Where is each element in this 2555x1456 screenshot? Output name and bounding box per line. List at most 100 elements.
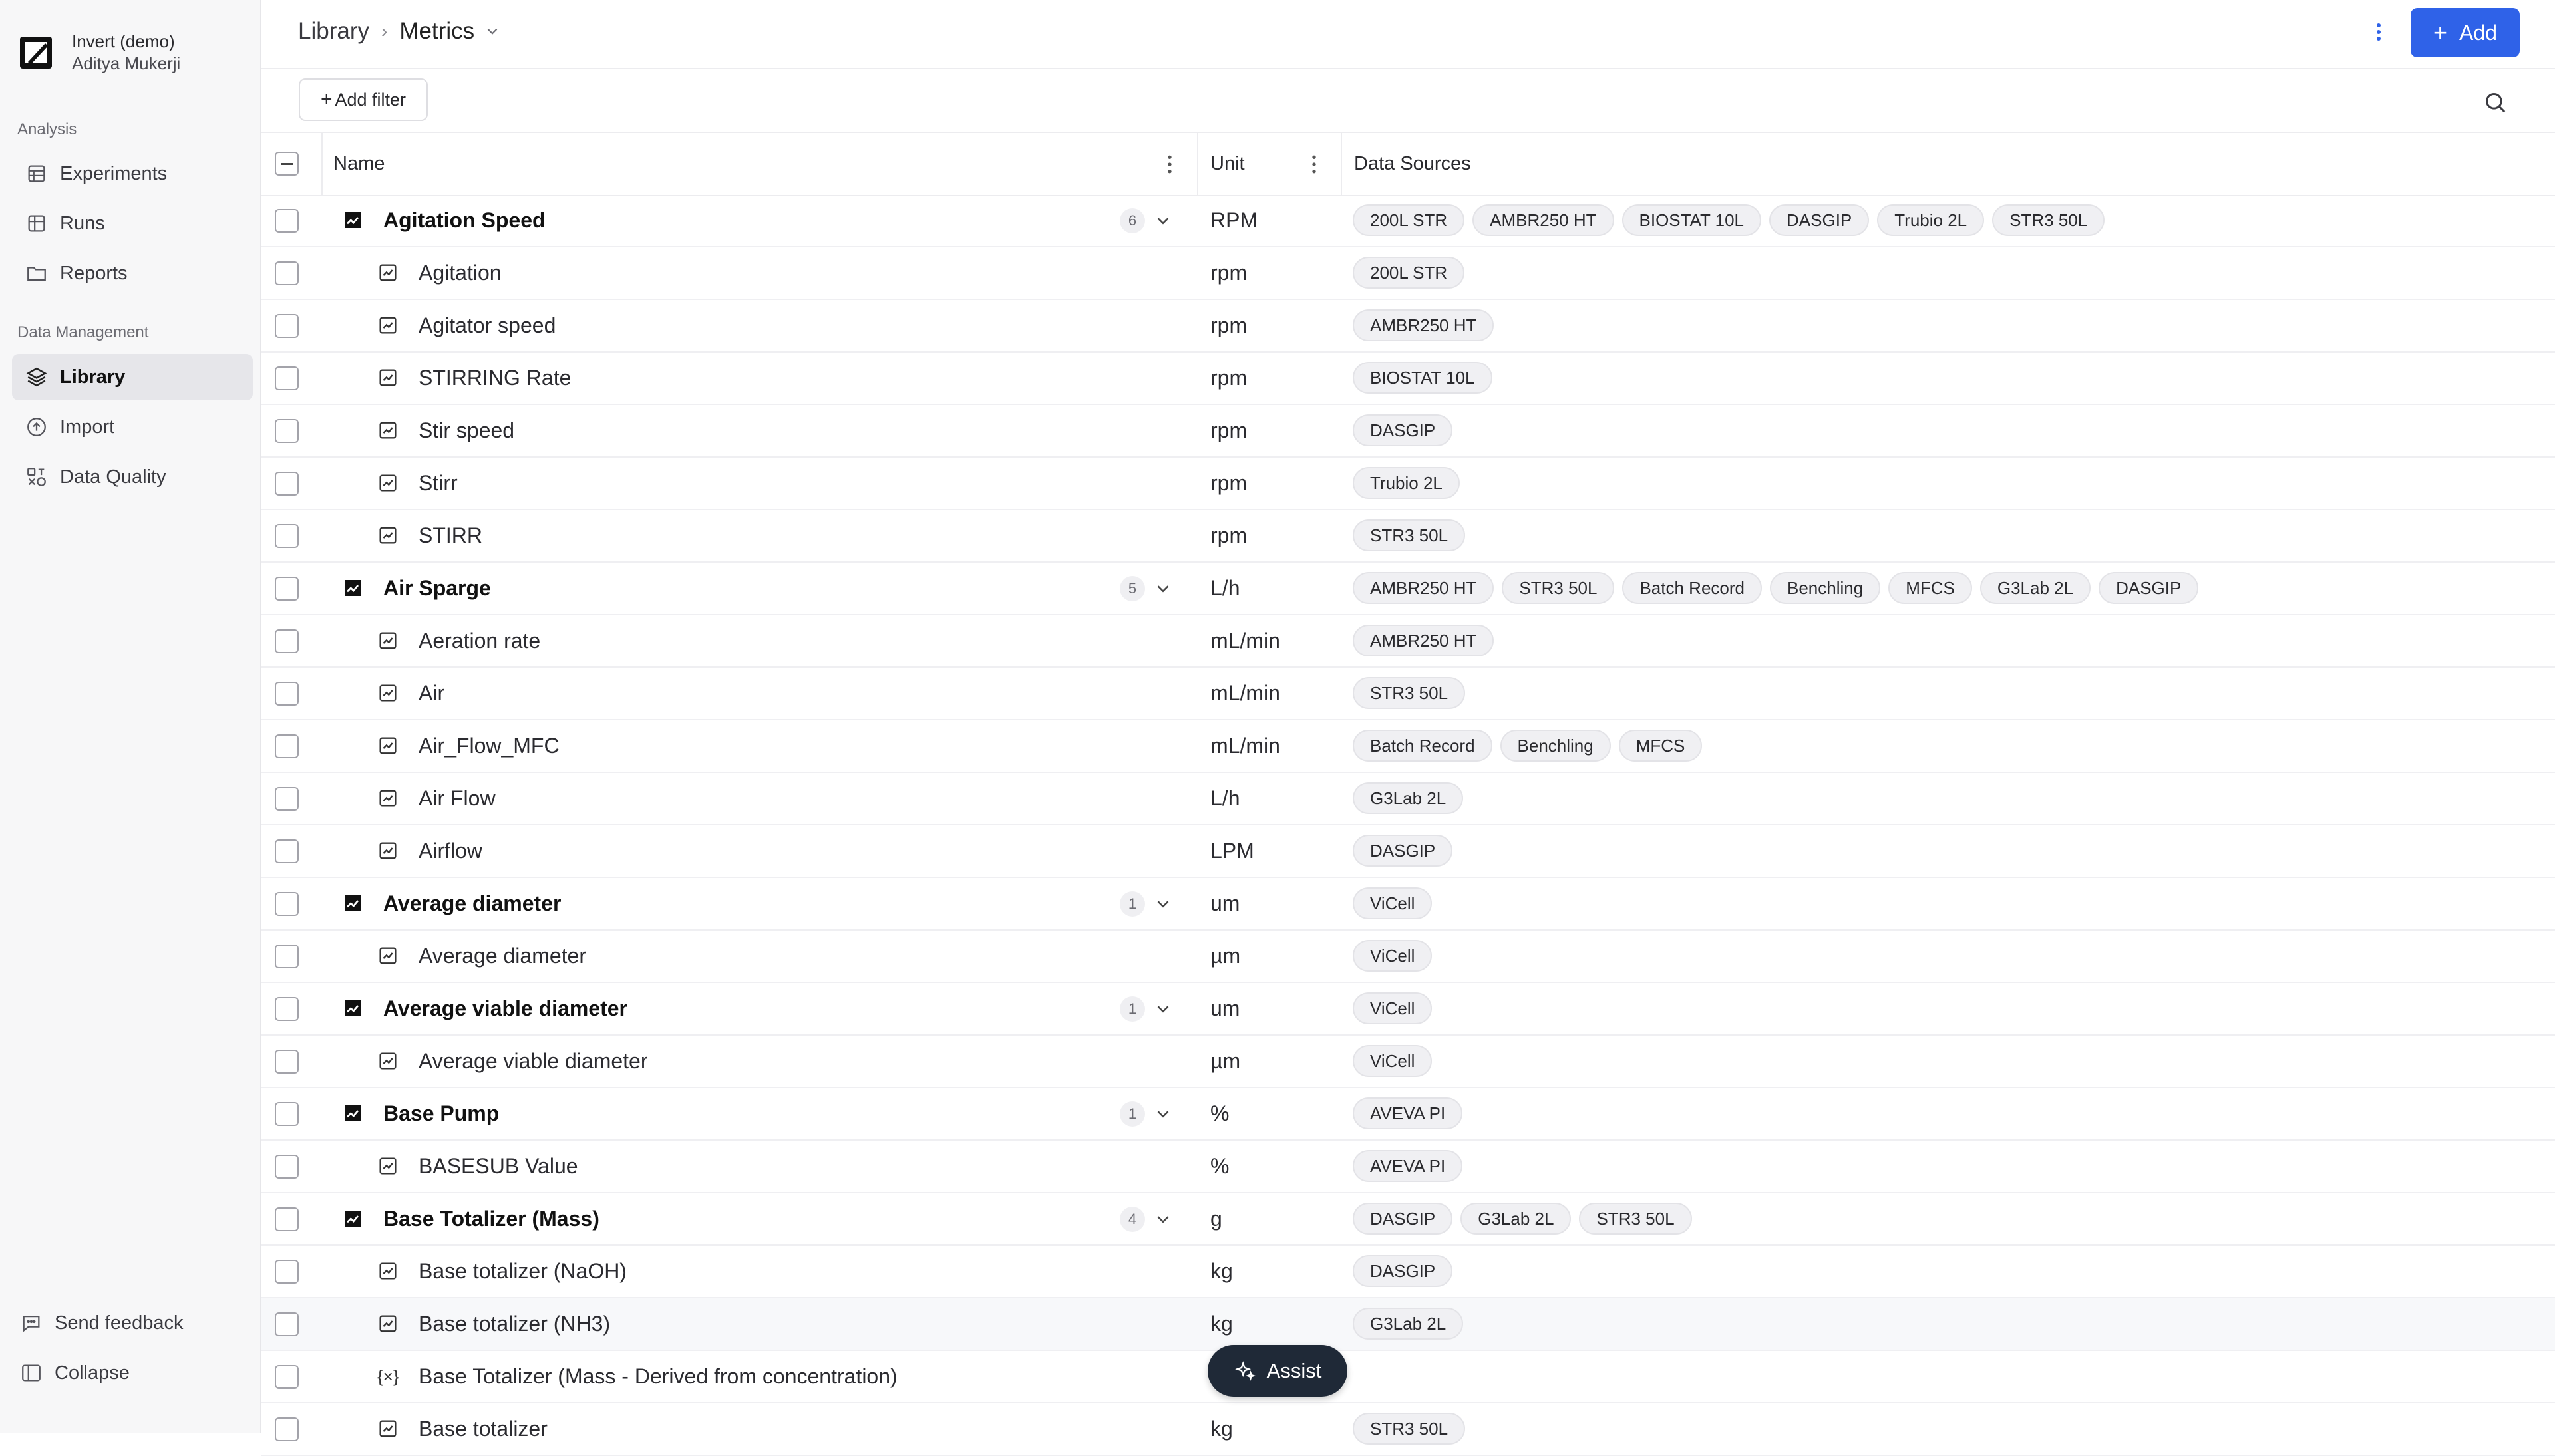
data-source-chip[interactable]: BIOSTAT 10L bbox=[1353, 362, 1492, 394]
table-row[interactable]: Stir speed rpm DASGIP bbox=[261, 405, 2555, 458]
table-row[interactable]: {×} Base Totalizer (Mass - Derived from c… bbox=[261, 1351, 2555, 1403]
collapse-sidebar-button[interactable]: Collapse bbox=[20, 1362, 130, 1384]
table-row[interactable]: STIRRING Rate rpm BIOSTAT 10L bbox=[261, 353, 2555, 405]
metric-name[interactable]: Base totalizer bbox=[419, 1403, 548, 1455]
add-filter-button[interactable]: + Add filter bbox=[299, 78, 428, 121]
row-checkbox[interactable] bbox=[275, 472, 299, 496]
data-source-chip[interactable]: G3Lab 2L bbox=[1353, 1308, 1464, 1340]
metric-name[interactable]: Base Totalizer (Mass - Derived from conc… bbox=[419, 1351, 898, 1402]
data-source-chip[interactable]: Benchling bbox=[1770, 572, 1881, 604]
data-source-chip[interactable]: DASGIP bbox=[1353, 414, 1453, 446]
column-header-unit[interactable]: Unit bbox=[1210, 133, 1245, 195]
data-source-chip[interactable]: Batch Record bbox=[1353, 730, 1492, 762]
table-group-row[interactable]: Base Pump 1% AVEVA PI bbox=[261, 1088, 2555, 1141]
data-source-chip[interactable]: AMBR250 HT bbox=[1353, 625, 1494, 656]
data-source-chip[interactable]: ViCell bbox=[1353, 1045, 1433, 1077]
metric-name[interactable]: Average viable diameter bbox=[383, 983, 627, 1034]
data-source-chip[interactable]: G3Lab 2L bbox=[1460, 1203, 1572, 1235]
data-source-chip[interactable]: G3Lab 2L bbox=[1353, 782, 1464, 814]
chevron-down-icon[interactable] bbox=[1153, 894, 1173, 914]
row-checkbox[interactable] bbox=[275, 209, 299, 233]
add-button[interactable]: + Add bbox=[2411, 8, 2520, 57]
data-source-chip[interactable]: AMBR250 HT bbox=[1353, 572, 1494, 604]
column-header-name[interactable]: Name bbox=[333, 133, 385, 195]
data-source-chip[interactable]: Batch Record bbox=[1622, 572, 1762, 604]
metric-name[interactable]: Base Pump bbox=[383, 1088, 499, 1139]
assist-button[interactable]: Assist bbox=[1208, 1345, 1347, 1397]
metric-name[interactable]: Stir speed bbox=[419, 405, 514, 456]
row-checkbox[interactable] bbox=[275, 1102, 299, 1126]
table-row[interactable]: BASESUB Value% AVEVA PI bbox=[261, 1141, 2555, 1193]
sidebar-item-import[interactable]: Import bbox=[12, 404, 253, 450]
data-source-chip[interactable]: AVEVA PI bbox=[1353, 1150, 1463, 1182]
sidebar-item-data-quality[interactable]: Data Quality bbox=[12, 454, 253, 500]
table-group-row[interactable]: Agitation Speed 6 RPM 200L STR AMBR250 HT BIO… bbox=[261, 195, 2555, 247]
row-checkbox[interactable] bbox=[275, 314, 299, 338]
row-checkbox[interactable] bbox=[275, 839, 299, 863]
data-source-chip[interactable]: 200L STR bbox=[1353, 257, 1465, 289]
metric-name[interactable]: Base Totalizer (Mass) bbox=[383, 1193, 599, 1244]
data-source-chip[interactable]: DASGIP bbox=[1353, 1255, 1453, 1287]
table-row[interactable]: Aeration rate mL/min AMBR250 HT bbox=[261, 615, 2555, 668]
row-checkbox[interactable] bbox=[275, 892, 299, 916]
row-checkbox[interactable] bbox=[275, 419, 299, 443]
metric-name[interactable]: STIRR bbox=[419, 510, 482, 561]
data-source-chip[interactable]: STR3 50L bbox=[1353, 1413, 1466, 1445]
row-checkbox[interactable] bbox=[275, 945, 299, 968]
row-checkbox[interactable] bbox=[275, 1260, 299, 1284]
data-source-chip[interactable]: ViCell bbox=[1353, 940, 1433, 972]
row-checkbox[interactable] bbox=[275, 1365, 299, 1389]
data-source-chip[interactable]: Benchling bbox=[1500, 730, 1611, 762]
metric-name[interactable]: STIRRING Rate bbox=[419, 353, 571, 404]
metric-name[interactable]: Stirr bbox=[419, 458, 458, 509]
data-source-chip[interactable]: AMBR250 HT bbox=[1472, 204, 1614, 236]
row-checkbox[interactable] bbox=[275, 261, 299, 285]
metric-name[interactable]: Aeration rate bbox=[419, 615, 540, 666]
search-icon[interactable] bbox=[2482, 89, 2508, 116]
sidebar-item-experiments[interactable]: Experiments bbox=[12, 150, 253, 197]
chevron-down-icon[interactable] bbox=[1153, 1104, 1173, 1124]
chevron-down-icon[interactable] bbox=[484, 23, 501, 40]
metric-name[interactable]: Average diameter bbox=[383, 878, 561, 929]
data-source-chip[interactable]: 200L STR bbox=[1353, 204, 1465, 236]
row-checkbox[interactable] bbox=[275, 734, 299, 758]
data-source-chip[interactable]: STR3 50L bbox=[1992, 204, 2105, 236]
row-checkbox[interactable] bbox=[275, 629, 299, 653]
data-source-chip[interactable]: DASGIP bbox=[1353, 1203, 1453, 1235]
sidebar-item-library[interactable]: Library bbox=[12, 354, 253, 400]
data-source-chip[interactable]: MFCS bbox=[1888, 572, 1972, 604]
row-checkbox[interactable] bbox=[275, 997, 299, 1021]
table-row[interactable]: STIRR rpm STR3 50L bbox=[261, 510, 2555, 563]
table-row[interactable]: Base totalizer kg STR3 50L bbox=[261, 1403, 2555, 1456]
table-group-row[interactable]: Base Totalizer (Mass) 4 g DASGIP G3Lab 2L STR… bbox=[261, 1193, 2555, 1246]
column-menu-icon[interactable] bbox=[1166, 154, 1173, 174]
data-source-chip[interactable]: G3Lab 2L bbox=[1979, 572, 2091, 604]
chevron-down-icon[interactable] bbox=[1153, 211, 1173, 231]
data-source-chip[interactable]: AMBR250 HT bbox=[1353, 309, 1494, 341]
table-group-row[interactable]: Air Sparge 5 L/h AMBR250 HT STR3 50L Batch Re… bbox=[261, 563, 2555, 615]
breadcrumb-metrics[interactable]: Metrics bbox=[399, 18, 474, 45]
table-row[interactable]: Air_Flow_MFC mL/min Batch Record Benchling M… bbox=[261, 720, 2555, 773]
table-row[interactable]: Agitation rpm 200L STR bbox=[261, 247, 2555, 300]
metric-name[interactable]: Air Flow bbox=[419, 773, 496, 824]
table-row[interactable]: Stirr rpm Trubio 2L bbox=[261, 458, 2555, 510]
sidebar-item-reports[interactable]: Reports bbox=[12, 250, 253, 297]
metric-name[interactable]: Agitation bbox=[419, 247, 502, 299]
data-source-chip[interactable]: MFCS bbox=[1618, 730, 1703, 762]
more-options-button[interactable] bbox=[2369, 19, 2389, 45]
metric-name[interactable]: Average diameter bbox=[419, 931, 586, 982]
metric-name[interactable]: Air Sparge bbox=[383, 563, 491, 614]
data-source-chip[interactable]: ViCell bbox=[1353, 887, 1433, 919]
row-checkbox[interactable] bbox=[275, 787, 299, 811]
column-header-data-sources[interactable]: Data Sources bbox=[1354, 133, 1471, 195]
select-all-checkbox[interactable] bbox=[275, 152, 299, 176]
table-row[interactable]: Average viable diameter µm ViCell bbox=[261, 1036, 2555, 1088]
row-checkbox[interactable] bbox=[275, 524, 299, 548]
chevron-down-icon[interactable] bbox=[1153, 999, 1173, 1019]
table-group-row[interactable]: Average diameter 1 um ViCell bbox=[261, 878, 2555, 931]
table-row[interactable]: Airflow LPM DASGIP bbox=[261, 825, 2555, 878]
chevron-down-icon[interactable] bbox=[1153, 579, 1173, 599]
data-source-chip[interactable]: Trubio 2L bbox=[1353, 467, 1460, 499]
row-checkbox[interactable] bbox=[275, 1207, 299, 1231]
row-checkbox[interactable] bbox=[275, 682, 299, 706]
